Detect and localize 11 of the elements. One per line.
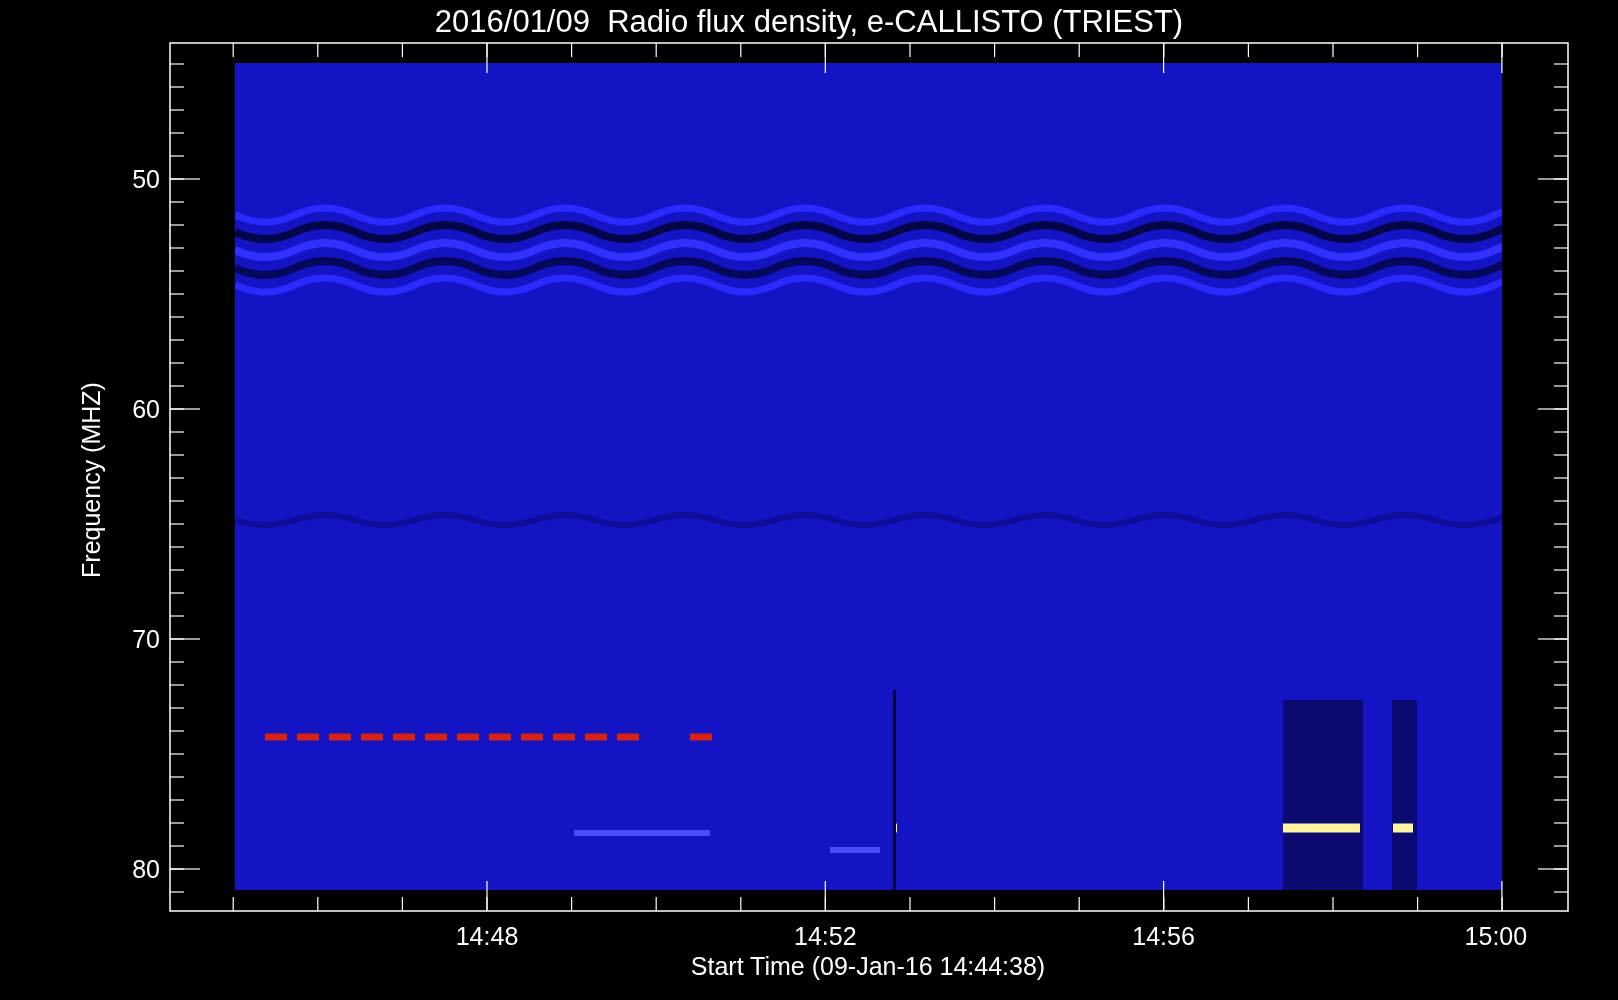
- y-tick-label: 60: [132, 395, 160, 423]
- chart-title: 2016/01/09 Radio flux density, e-CALLISTO (TRIEST): [434, 4, 1184, 39]
- y-tick-label: 80: [132, 855, 160, 883]
- x-axis-label: Start Time (09-Jan-16 14:44:38): [690, 952, 1046, 980]
- y-tick-label: 50: [132, 165, 160, 193]
- x-tick-label: 14:52: [794, 922, 857, 950]
- x-tick-label: 14:56: [1132, 922, 1195, 950]
- x-tick-label: 15:00: [1464, 922, 1528, 950]
- y-axis-label: Frequency (MHZ): [77, 382, 105, 578]
- y-tick-label: 70: [132, 625, 160, 653]
- x-tick-label: 14:48: [455, 922, 519, 950]
